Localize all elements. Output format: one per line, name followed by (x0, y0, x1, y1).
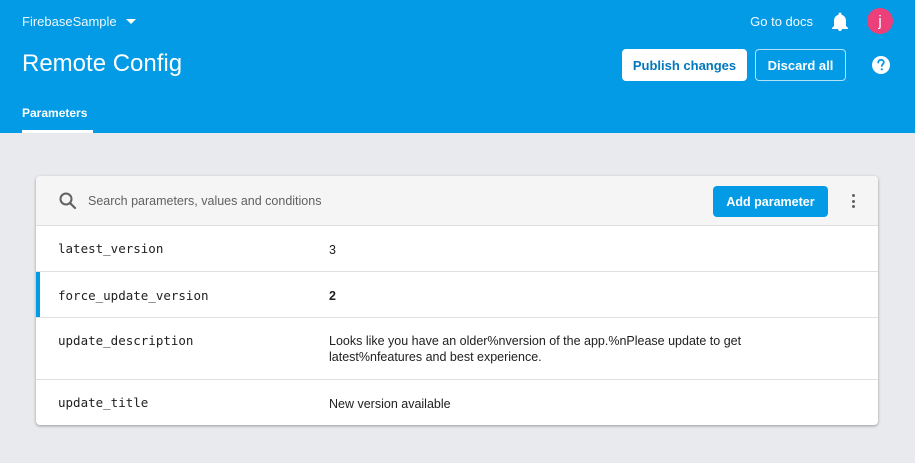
parameters-card: Add parameter latest_version 3 force_upd… (36, 176, 878, 425)
parameter-row-selected[interactable]: force_update_version 2 (36, 272, 878, 318)
project-selector[interactable]: FirebaseSample (22, 14, 136, 29)
tab-parameters[interactable]: Parameters (22, 106, 93, 133)
parameter-row[interactable]: latest_version 3 (36, 226, 878, 272)
publish-changes-button[interactable]: Publish changes (622, 49, 747, 81)
search-input[interactable] (88, 190, 588, 212)
app-header: FirebaseSample Go to docs j Remote Confi… (0, 0, 915, 133)
chevron-down-icon (125, 19, 136, 24)
parameters-toolbar: Add parameter (36, 176, 878, 226)
parameter-row[interactable]: update_title New version available (36, 380, 878, 425)
parameter-value: New version available (329, 397, 451, 411)
parameter-key: update_title (58, 395, 149, 410)
notifications-bell-icon[interactable] (831, 11, 849, 31)
add-parameter-button[interactable]: Add parameter (713, 186, 828, 217)
help-icon[interactable] (871, 55, 891, 75)
parameter-key: latest_version (58, 241, 164, 256)
user-avatar[interactable]: j (867, 8, 893, 34)
header-actions: Go to docs j (750, 8, 893, 34)
parameter-value: 3 (329, 243, 336, 257)
search-icon (58, 191, 78, 211)
parameter-value: Looks like you have an older%nversion of… (329, 334, 742, 364)
discard-all-button[interactable]: Discard all (755, 49, 846, 81)
more-options-icon[interactable] (844, 191, 862, 211)
parameter-row[interactable]: update_description Looks like you have a… (36, 318, 878, 380)
go-to-docs-link[interactable]: Go to docs (750, 14, 813, 29)
parameter-key: update_description (58, 333, 194, 348)
parameter-value: 2 (329, 289, 336, 303)
page-title: Remote Config (22, 50, 183, 77)
parameter-key: force_update_version (58, 288, 209, 303)
project-name: FirebaseSample (22, 14, 117, 29)
tab-parameters-label: Parameters (22, 106, 88, 120)
active-tab-indicator (22, 130, 93, 133)
